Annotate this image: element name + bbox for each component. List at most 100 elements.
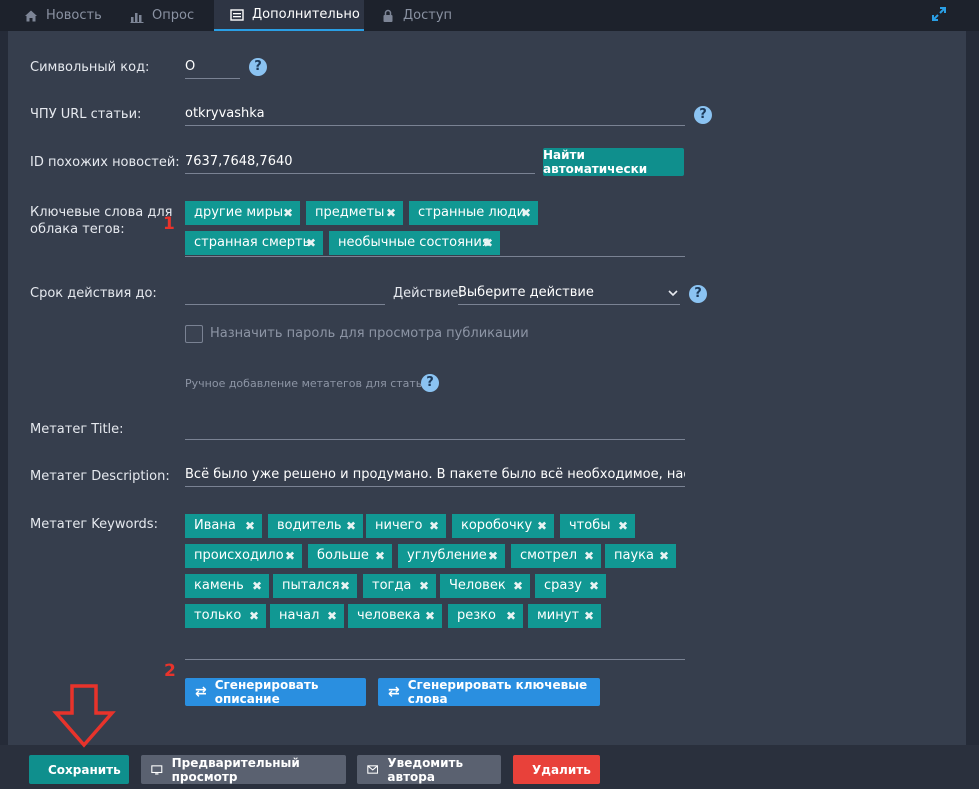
action-select[interactable]: Выберите действие (458, 283, 680, 305)
tag-label: смотрел (520, 548, 578, 563)
marker-1: 1 (163, 214, 175, 234)
remove-tag-icon[interactable]: ✖ (249, 604, 259, 628)
remove-tag-icon[interactable]: ✖ (483, 231, 493, 255)
tab-poll[interactable]: Опрос (116, 0, 228, 31)
remove-tag-icon[interactable]: ✖ (306, 231, 316, 255)
tag-label: Ивана (194, 518, 236, 533)
remove-tag-icon[interactable]: ✖ (589, 574, 599, 598)
tag-chip[interactable]: необычные состояния ✖ (329, 231, 500, 255)
envelope-icon (367, 765, 379, 774)
tag-chip[interactable]: паука ✖ (605, 544, 676, 568)
help-icon[interactable]: ? (694, 106, 712, 124)
tag-label: сразу (544, 578, 582, 593)
remove-tag-icon[interactable]: ✖ (521, 201, 531, 225)
swap-arrows-icon: ⇄ (388, 684, 400, 700)
remove-tag-icon[interactable]: ✖ (419, 574, 429, 598)
remove-tag-icon[interactable]: ✖ (618, 514, 628, 538)
tab-access[interactable]: Доступ (364, 0, 481, 31)
tag-label: паука (614, 548, 654, 563)
tag-chip[interactable]: человека ✖ (348, 604, 442, 628)
meta-title-label: Метатег Title: (30, 422, 124, 437)
help-icon[interactable]: ? (249, 58, 267, 76)
remove-tag-icon[interactable]: ✖ (285, 544, 295, 568)
tag-chip[interactable]: странная смерть ✖ (185, 231, 323, 255)
meta-description-input[interactable]: Всё было уже решено и продумано. В пакет… (185, 465, 685, 487)
notify-author-button[interactable]: Уведомить автора (357, 755, 501, 784)
tag-chip[interactable]: резко ✖ (448, 604, 523, 628)
meta-title-input[interactable] (185, 418, 685, 440)
tag-chip[interactable]: начал ✖ (270, 604, 344, 628)
symbol-code-input[interactable]: О (185, 57, 240, 79)
generate-description-button[interactable]: ⇄ Сгенерировать описание (185, 678, 366, 706)
tag-chip[interactable]: чтобы ✖ (560, 514, 635, 538)
expiry-date-input[interactable] (185, 283, 385, 305)
help-icon[interactable]: ? (421, 374, 439, 392)
remove-tag-icon[interactable]: ✖ (283, 201, 293, 225)
remove-tag-icon[interactable]: ✖ (584, 544, 594, 568)
tag-chip[interactable]: Человек ✖ (440, 574, 530, 598)
tag-chip[interactable]: минут ✖ (528, 604, 601, 628)
tag-chip[interactable]: углубление ✖ (398, 544, 505, 568)
seo-url-input[interactable]: otkryvashka (185, 104, 685, 126)
tag-label: странные люди (418, 205, 526, 220)
tag-chip[interactable]: тогда ✖ (363, 574, 436, 598)
related-news-input[interactable]: 7637,7648,7640 (185, 152, 535, 174)
remove-tag-icon[interactable]: ✖ (659, 544, 669, 568)
remove-tag-icon[interactable]: ✖ (513, 574, 523, 598)
remove-tag-icon[interactable]: ✖ (488, 544, 498, 568)
remove-tag-icon[interactable]: ✖ (327, 604, 337, 628)
tag-chip[interactable]: только ✖ (185, 604, 266, 628)
tag-cloud-underline (185, 256, 685, 257)
tag-label: камень (194, 578, 244, 593)
tag-label: другие миры (194, 205, 284, 220)
remove-tag-icon[interactable]: ✖ (375, 544, 385, 568)
tag-chip[interactable]: больше ✖ (308, 544, 392, 568)
remove-tag-icon[interactable]: ✖ (425, 604, 435, 628)
meta-keywords-label: Метатег Keywords: (30, 517, 158, 532)
tag-label: резко (457, 608, 496, 623)
tag-label: ничего (375, 518, 423, 533)
seo-url-label: ЧПУ URL статьи: (30, 107, 142, 122)
tag-chip[interactable]: происходило ✖ (185, 544, 302, 568)
preview-button[interactable]: Предварительный просмотр (141, 755, 346, 784)
tag-chip[interactable]: предметы ✖ (306, 201, 403, 225)
remove-tag-icon[interactable]: ✖ (346, 514, 356, 538)
tag-chip[interactable]: коробочку ✖ (452, 514, 554, 538)
remove-tag-icon[interactable]: ✖ (506, 604, 516, 628)
tag-label: Человек (449, 578, 506, 593)
tag-label: углубление (407, 548, 487, 563)
password-checkbox[interactable] (185, 325, 203, 343)
tag-chip[interactable]: Ивана ✖ (185, 514, 262, 538)
remove-tag-icon[interactable]: ✖ (584, 604, 594, 628)
find-automatically-button[interactable]: Найти автоматически (543, 148, 684, 176)
action-label: Действие: (393, 286, 463, 301)
generate-keywords-button[interactable]: ⇄ Сгенерировать ключевые слова (378, 678, 600, 706)
save-button[interactable]: Сохранить (29, 755, 129, 784)
tag-chip[interactable]: пытался ✖ (273, 574, 357, 598)
tag-chip[interactable]: другие миры ✖ (185, 201, 300, 225)
tag-label: необычные состояния (338, 235, 490, 250)
help-icon[interactable]: ? (689, 285, 707, 303)
remove-tag-icon[interactable]: ✖ (340, 574, 350, 598)
tag-label: начал (279, 608, 320, 623)
form-panel (8, 31, 966, 745)
tag-chip[interactable]: странные люди ✖ (409, 201, 538, 225)
remove-tag-icon[interactable]: ✖ (537, 514, 547, 538)
tag-chip[interactable]: смотрел ✖ (511, 544, 601, 568)
tag-chip[interactable]: сразу ✖ (535, 574, 606, 598)
remove-tag-icon[interactable]: ✖ (245, 514, 255, 538)
list-icon (230, 8, 244, 21)
generate-description-label: Сгенерировать описание (214, 678, 319, 706)
delete-button[interactable]: Удалить (513, 755, 600, 784)
delete-label: Удалить (532, 762, 591, 777)
remove-tag-icon[interactable]: ✖ (429, 514, 439, 538)
remove-tag-icon[interactable]: ✖ (252, 574, 262, 598)
expand-icon[interactable] (931, 6, 947, 22)
tab-additional[interactable]: Дополнительно (214, 0, 364, 31)
top-tab-bar: Новость Опрос Дополнительно Доступ (0, 0, 979, 31)
remove-tag-icon[interactable]: ✖ (386, 201, 396, 225)
tag-chip[interactable]: камень ✖ (185, 574, 269, 598)
tag-chip[interactable]: ничего ✖ (366, 514, 446, 538)
tab-news[interactable]: Новость (10, 0, 130, 31)
tag-chip[interactable]: водитель ✖ (268, 514, 363, 538)
